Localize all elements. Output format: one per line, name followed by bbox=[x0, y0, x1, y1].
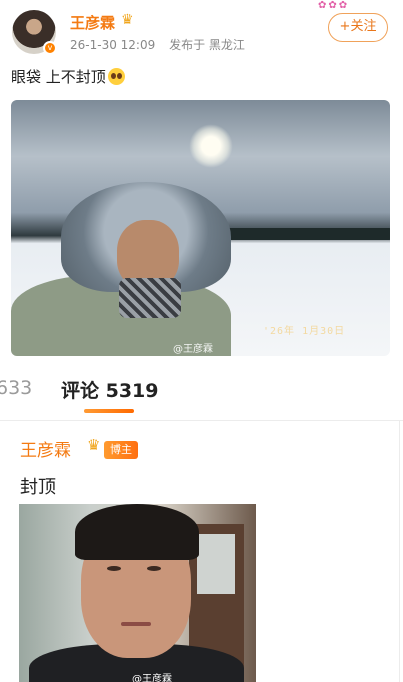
photo-date-stamp: '26年 1月30日 bbox=[263, 326, 346, 337]
verified-badge-icon: v bbox=[43, 41, 57, 55]
post-text-content: 眼袋 上不封顶 bbox=[11, 68, 106, 86]
photo-eye bbox=[147, 566, 161, 571]
tab-comments[interactable]: 评论 5319 bbox=[61, 376, 159, 403]
post-meta: 26-1-30 12:09 发布于 黑龙江 bbox=[70, 36, 255, 53]
post-photo[interactable]: '26年 1月30日 @王彦霖 bbox=[11, 100, 390, 356]
comment-author[interactable]: 王彦霖 bbox=[20, 436, 71, 461]
post-location: 发布于 黑龙江 bbox=[169, 38, 245, 52]
photo-watermark: @王彦霖 bbox=[173, 344, 213, 355]
photo-eye bbox=[107, 566, 121, 571]
photo-sun bbox=[189, 124, 233, 168]
photo-hair bbox=[75, 504, 199, 560]
tab-active-indicator bbox=[84, 409, 134, 413]
photo-scarf bbox=[119, 278, 181, 318]
divider-vertical bbox=[399, 420, 400, 682]
crown-icon: ♛ bbox=[121, 12, 134, 28]
comment-photo[interactable]: @王彦霖 bbox=[19, 504, 256, 682]
post-username[interactable]: 王彦霖 bbox=[70, 12, 115, 33]
decorative-sticker-icon: ✿✿✿ bbox=[318, 0, 350, 11]
post-text: 眼袋 上不封顶 bbox=[11, 66, 125, 87]
crown-icon: ♛ bbox=[87, 436, 101, 454]
photo-mouth bbox=[121, 622, 151, 626]
follow-button[interactable]: +关注 bbox=[328, 13, 388, 42]
photo-watermark: @王彦霖 bbox=[132, 674, 172, 682]
emoji-icon bbox=[107, 68, 125, 85]
divider bbox=[0, 420, 403, 421]
tab-reposts[interactable]: 633 bbox=[0, 377, 32, 399]
comment-text: 封顶 bbox=[20, 477, 56, 498]
author-badge: 博主 bbox=[104, 441, 138, 459]
post-date: 26-1-30 12:09 bbox=[70, 38, 156, 52]
